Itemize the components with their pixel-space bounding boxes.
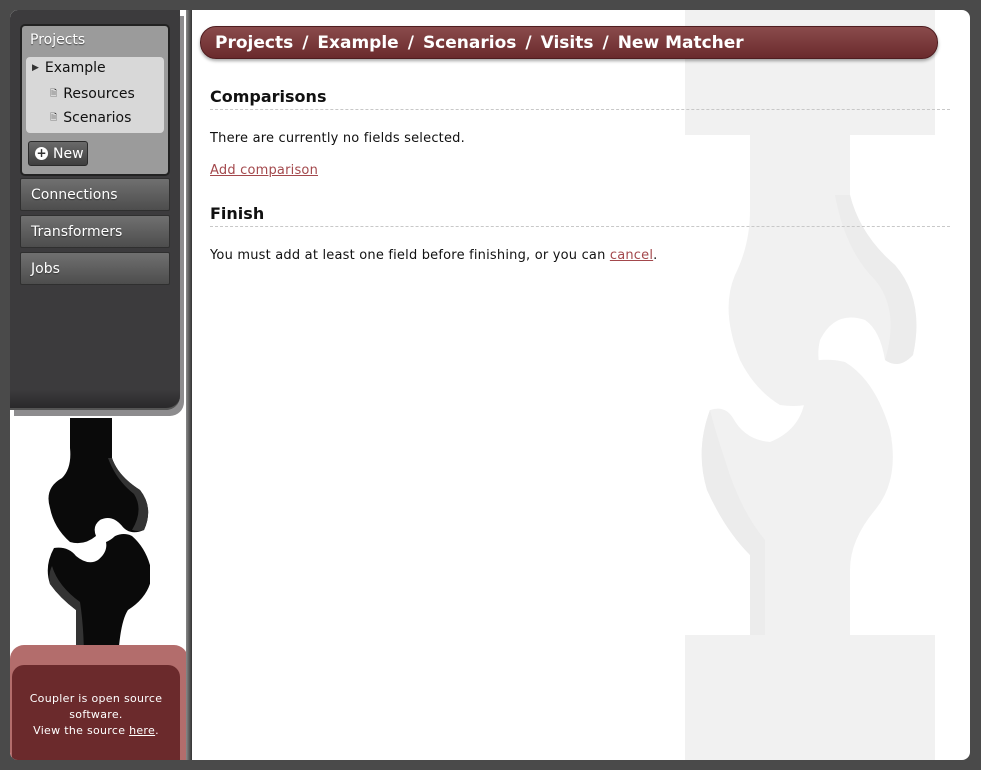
page-icon: 🗎 — [50, 113, 58, 123]
new-button-label: New — [53, 145, 84, 162]
coupler-logo — [47, 418, 150, 660]
sidebar: Projects ▶ Example 🗎 Resources 🗎 Scenari… — [10, 10, 180, 410]
finish-heading: Finish — [210, 204, 265, 223]
column-divider — [186, 10, 192, 760]
breadcrumb-separator: / — [525, 32, 532, 53]
tree-item-label: Scenarios — [63, 110, 132, 126]
page-icon: 🗎 — [50, 89, 58, 99]
tree-item-label: Resources — [63, 86, 135, 102]
cancel-link[interactable]: cancel — [610, 248, 653, 263]
left-column: Projects ▶ Example 🗎 Resources 🗎 Scenari… — [10, 10, 188, 760]
source-link[interactable]: here — [129, 724, 155, 737]
nav-label: Connections — [31, 186, 118, 203]
tree-item-resources[interactable]: 🗎 Resources — [50, 86, 135, 102]
add-comparison-row: Add comparison — [210, 163, 318, 178]
nav-label: Jobs — [31, 260, 60, 277]
project-tree: ▶ Example 🗎 Resources 🗎 Scenarios — [26, 57, 164, 133]
app-frame: Projects ▶ Example 🗎 Resources 🗎 Scenari… — [10, 10, 970, 760]
breadcrumb: Projects / Example / Scenarios / Visits … — [200, 26, 938, 59]
footer: Coupler is open source software. View th… — [10, 645, 188, 760]
finish-text-prefix: You must add at least one field before f… — [210, 248, 610, 263]
footer-line: software. — [69, 708, 123, 721]
breadcrumb-separator: / — [407, 32, 414, 53]
finish-text: You must add at least one field before f… — [210, 248, 658, 263]
sidebar-rim — [10, 390, 180, 410]
new-project-button[interactable]: + New — [28, 141, 88, 166]
nav-transformers[interactable]: Transformers — [20, 215, 170, 248]
divider — [210, 109, 950, 110]
breadcrumb-visits[interactable]: Visits — [541, 33, 594, 53]
divider — [210, 226, 950, 227]
projects-panel: Projects ▶ Example 🗎 Resources 🗎 Scenari… — [20, 24, 170, 176]
finish-text-suffix: . — [653, 248, 658, 263]
no-fields-text: There are currently no fields selected. — [210, 131, 465, 146]
footer-text-prefix: View the source — [33, 724, 130, 737]
footer-line: Coupler is open source — [29, 692, 163, 705]
footer-text: Coupler is open source software. View th… — [12, 665, 180, 760]
comparisons-heading: Comparisons — [210, 87, 327, 106]
projects-title[interactable]: Projects — [30, 32, 85, 48]
nav-jobs[interactable]: Jobs — [20, 252, 170, 285]
triangle-right-icon: ▶ — [32, 63, 39, 73]
footer-text-suffix: . — [155, 724, 159, 737]
breadcrumb-example[interactable]: Example — [317, 33, 398, 53]
add-comparison-link[interactable]: Add comparison — [210, 163, 318, 178]
breadcrumb-separator: / — [302, 32, 309, 53]
breadcrumb-scenarios[interactable]: Scenarios — [423, 33, 516, 53]
breadcrumb-separator: / — [602, 32, 609, 53]
breadcrumb-new-matcher: New Matcher — [617, 32, 744, 53]
tree-item-label: Example — [44, 60, 106, 76]
footer-line: View the source here. — [12, 723, 180, 739]
tree-item-example[interactable]: ▶ Example — [32, 60, 106, 76]
nav-connections[interactable]: Connections — [20, 178, 170, 211]
plus-circle-icon: + — [35, 146, 48, 160]
tree-item-scenarios[interactable]: 🗎 Scenarios — [50, 110, 131, 126]
watermark-logo — [685, 10, 935, 760]
breadcrumb-projects[interactable]: Projects — [215, 33, 293, 53]
nav-label: Transformers — [31, 223, 123, 240]
